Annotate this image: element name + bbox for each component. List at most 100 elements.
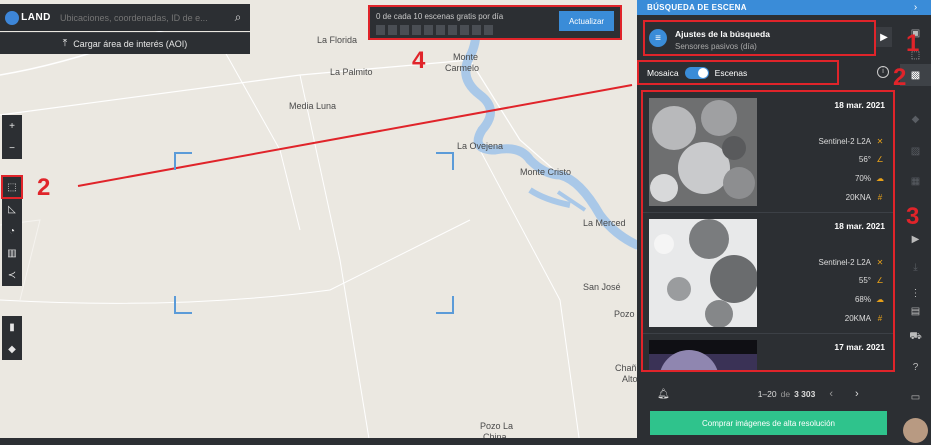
tile-value: 20KNA — [845, 193, 871, 202]
settings-subtitle: Sensores pasivos (día) — [675, 42, 757, 51]
grid-icon: # — [877, 314, 883, 323]
quota-cell — [400, 25, 409, 35]
grid-icon: # — [877, 193, 883, 202]
scene-search-panel: BÚSQUEDA DE ESCENA ≡ Ajustes de la búsqu… — [637, 0, 900, 445]
scene-results-list[interactable]: 18 mar. 2021 Sentinel-2 L2A ✕ 56° ∠ 70% ☁ 2… — [641, 90, 895, 372]
quota-cell — [484, 25, 493, 35]
place-label: Carmelo — [445, 63, 480, 73]
upload-aoi-button[interactable]: ⤒ Cargar área de interés (AOI) — [0, 32, 250, 54]
place-label: La Palmito — [330, 67, 373, 77]
bell-icon[interactable]: 🔔︎ — [657, 389, 670, 400]
chat-icon[interactable]: ▤ — [900, 300, 931, 322]
next-page-button[interactable]: › — [855, 388, 859, 400]
logo-text: LAND — [21, 12, 51, 23]
play-icon[interactable]: ▶ — [876, 27, 892, 47]
timelapse-tool-button[interactable]: ◔ — [2, 220, 22, 242]
scene-thumbnail — [649, 340, 757, 370]
quota-cell — [376, 25, 385, 35]
scene-date: 17 mar. 2021 — [834, 342, 885, 352]
chart-icon[interactable]: ▮ — [2, 316, 22, 338]
map-background — [0, 10, 637, 445]
place-label: Monte — [453, 52, 479, 62]
scene-angle: 56° ∠ — [859, 155, 885, 164]
scene-angle: 55° ∠ — [859, 276, 885, 285]
mode-toggle-row: Mosaica Escenas — [637, 60, 839, 85]
scene-sensor: Sentinel-2 L2A ✕ — [819, 258, 885, 267]
scene-thumbnail — [649, 219, 757, 327]
scene-date: 18 mar. 2021 — [834, 221, 885, 231]
settings-title: Ajustes de la búsqueda — [675, 29, 770, 39]
annotation-number: 2 — [893, 64, 907, 91]
quota-cell — [388, 25, 397, 35]
prev-page-button[interactable]: ‹ — [829, 388, 833, 400]
share-button[interactable]: ≺ — [2, 264, 22, 286]
tools-toolbar: ⬚ ◺ ◔ ▥ ≺ — [1, 175, 23, 286]
sensor-label: Sentinel-2 L2A — [818, 137, 871, 146]
satellite-icon: ✕ — [876, 137, 884, 146]
scene-tile: 20KNA # — [846, 193, 885, 202]
angle-value: 55° — [858, 276, 871, 285]
tile-value: 20KMA — [844, 314, 871, 323]
sensor-label: Sentinel-2 L2A — [818, 258, 871, 267]
mode-toggle[interactable] — [684, 66, 709, 79]
clouds-value: 68% — [854, 295, 871, 304]
info-icon[interactable]: i — [877, 66, 889, 78]
aoi-corner-top-left — [174, 152, 192, 170]
upload-aoi-label: Cargar área de interés (AOI) — [73, 38, 188, 49]
scene-clouds: 68% ☁ — [855, 295, 885, 304]
scene-card[interactable]: 17 mar. 2021 — [643, 334, 893, 370]
cube-icon[interactable]: ◆ — [2, 338, 22, 360]
place-label: San José — [583, 282, 621, 292]
angle-value: 56° — [858, 155, 871, 164]
quota-cell — [412, 25, 421, 35]
zoom-out-button[interactable]: − — [2, 137, 22, 159]
compare-icon[interactable]: ▦ — [900, 170, 931, 192]
aoi-corner-bottom-right — [436, 296, 454, 314]
map-footer — [0, 438, 637, 445]
play-icon[interactable]: ▶ — [900, 228, 931, 250]
upgrade-button[interactable]: Actualizar — [559, 11, 614, 31]
zoom-in-button[interactable]: + — [2, 115, 22, 137]
mode-scenes-label: Escenas — [714, 67, 748, 78]
pager: 🔔︎ 1–20 de 3 303 ‹ › — [637, 380, 900, 408]
map-layers-button[interactable]: ▥ — [2, 242, 22, 264]
landviewer-logo[interactable]: LAND — [0, 4, 56, 31]
feedback-icon[interactable]: ▭ — [900, 386, 931, 408]
cart-icon[interactable]: ⛟ — [900, 326, 931, 348]
aoi-tool-button[interactable]: ⬚ — [1, 175, 23, 199]
pager-of: de — [780, 389, 791, 399]
stack-icon[interactable]: ◆ — [900, 108, 931, 130]
scene-card[interactable]: 18 mar. 2021 Sentinel-2 L2A ✕ 56° ∠ 70% ☁ 2… — [643, 92, 893, 213]
search-icon[interactable]: ⌕ — [226, 10, 250, 25]
place-label: La Ovejena — [457, 141, 504, 151]
pager-range: 1–20 — [757, 389, 777, 399]
cloud-icon: ☁ — [876, 295, 884, 304]
download-icon[interactable]: ⤓ — [900, 256, 931, 278]
search-input[interactable] — [56, 12, 226, 23]
buy-high-res-button[interactable]: Comprar imágenes de alta resolución — [650, 411, 887, 435]
upload-icon: ⤒ — [62, 38, 68, 49]
quota-cell — [424, 25, 433, 35]
scene-card[interactable]: 18 mar. 2021 Sentinel-2 L2A ✕ 55° ∠ 68% ☁ 2… — [643, 213, 893, 334]
search-bar: LAND ⌕ — [0, 4, 250, 31]
quota-box: 0 de cada 10 escenas gratis por día Actu… — [368, 5, 622, 40]
collapse-panel-button[interactable]: › — [900, 0, 931, 15]
angle-icon: ∠ — [876, 276, 884, 285]
map-canvas[interactable]: La Florida La Palmito Monte Carmelo Medi… — [0, 0, 637, 445]
mode-mosaic-label: Mosaica — [647, 67, 679, 78]
annotation-number: 2 — [37, 174, 51, 201]
scene-date: 18 mar. 2021 — [834, 100, 885, 110]
avatar[interactable] — [903, 418, 928, 443]
analysis-icon[interactable]: ▨ — [900, 140, 931, 162]
quota-cell — [436, 25, 445, 35]
satellite-icon: ✕ — [876, 258, 884, 267]
quota-text: 0 de cada 10 escenas gratis por día — [376, 12, 504, 21]
angle-icon: ∠ — [876, 155, 884, 164]
help-icon[interactable]: ? — [900, 356, 931, 378]
panel-title: BÚSQUEDA DE ESCENA — [637, 0, 900, 15]
measure-tool-button[interactable]: ◺ — [2, 198, 22, 220]
place-label: Pozo La — [480, 421, 514, 431]
analytics-toolbar: ▮ ◆ — [2, 316, 22, 360]
place-label: La Florida — [317, 35, 358, 45]
search-settings-button[interactable]: ≡ Ajustes de la búsqueda Sensores pasivo… — [643, 20, 876, 56]
